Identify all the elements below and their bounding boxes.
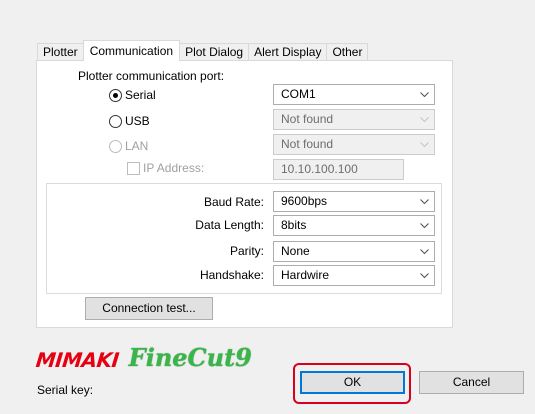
usb-radio-label: USB xyxy=(125,114,150,128)
ip-address-input[interactable]: 10.10.100.100 xyxy=(273,159,404,180)
data-length-label: Data Length: xyxy=(195,218,264,232)
parity-select[interactable]: None xyxy=(273,241,435,262)
lan-radio[interactable]: LAN xyxy=(109,138,148,154)
serial-port-value: COM1 xyxy=(281,87,316,101)
mimaki-finecut-logo: MIMAKI FineCut9 xyxy=(34,343,252,373)
lan-port-select[interactable]: Not found xyxy=(273,134,435,155)
tab-alert-display[interactable]: Alert Display xyxy=(248,43,328,61)
baud-rate-label: Baud Rate: xyxy=(203,195,264,209)
chevron-down-icon xyxy=(420,222,429,229)
ip-address-checkbox[interactable]: IP Address: xyxy=(127,161,204,175)
serial-radio[interactable]: Serial xyxy=(109,87,156,103)
chevron-down-icon xyxy=(420,248,429,255)
radio-unchecked-icon xyxy=(109,139,122,153)
ok-button[interactable]: OK xyxy=(300,371,405,394)
baud-rate-value: 9600bps xyxy=(281,194,328,208)
handshake-select[interactable]: Hardwire xyxy=(273,265,435,286)
tab-plotter[interactable]: Plotter xyxy=(37,43,84,61)
cancel-button[interactable]: Cancel xyxy=(419,371,524,394)
data-length-select[interactable]: 8bits xyxy=(273,215,435,236)
tab-other[interactable]: Other xyxy=(326,43,369,61)
radio-unchecked-icon xyxy=(109,114,122,128)
serial-radio-label: Serial xyxy=(125,88,156,102)
ip-address-label: IP Address: xyxy=(143,161,205,175)
tab-bar: Plotter Communication Plot Dialog Alert … xyxy=(37,40,369,61)
handshake-label: Handshake: xyxy=(199,268,264,282)
port-label: Plotter communication port: xyxy=(78,69,225,83)
radio-checked-icon xyxy=(109,88,122,102)
usb-port-select[interactable]: Not found xyxy=(273,109,435,130)
connection-test-button[interactable]: Connection test... xyxy=(85,297,213,320)
parity-label: Parity: xyxy=(229,244,264,258)
chevron-down-icon xyxy=(420,198,429,205)
chevron-down-icon xyxy=(420,91,429,98)
checkbox-icon xyxy=(127,161,140,175)
chevron-down-icon xyxy=(420,141,429,148)
usb-radio[interactable]: USB xyxy=(109,113,150,129)
lan-port-value: Not found xyxy=(281,137,334,151)
parity-value: None xyxy=(281,244,310,258)
chevron-down-icon xyxy=(420,116,429,123)
tab-plot-dialog[interactable]: Plot Dialog xyxy=(179,43,250,61)
handshake-value: Hardwire xyxy=(281,268,330,282)
tab-communication[interactable]: Communication xyxy=(82,40,181,61)
usb-port-value: Not found xyxy=(281,112,334,126)
mimaki-logo: MIMAKI xyxy=(34,348,120,372)
settings-dialog: Plotter Communication Plot Dialog Alert … xyxy=(0,0,535,414)
data-length-value: 8bits xyxy=(281,218,307,232)
finecut-logo: FineCut9 xyxy=(128,343,252,372)
lan-radio-label: LAN xyxy=(125,139,149,153)
serial-port-select[interactable]: COM1 xyxy=(273,84,435,105)
serial-key-label: Serial key: xyxy=(37,383,94,397)
chevron-down-icon xyxy=(420,272,429,279)
baud-rate-select[interactable]: 9600bps xyxy=(273,191,435,212)
